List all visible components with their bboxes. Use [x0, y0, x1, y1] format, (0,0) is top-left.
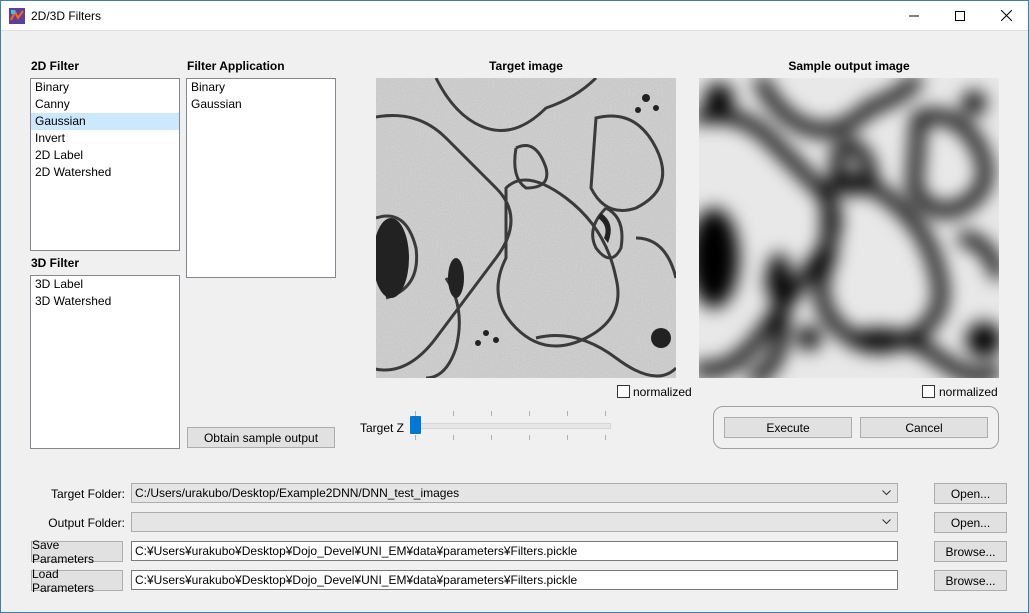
target-normalized-checkbox[interactable]	[617, 385, 630, 398]
slider-track[interactable]	[413, 423, 611, 429]
output-folder-combo[interactable]	[131, 512, 898, 532]
slider-tick	[491, 435, 492, 440]
slider-tick	[529, 435, 530, 440]
filter-application-label: Filter Application	[187, 59, 285, 73]
slider-thumb[interactable]	[410, 416, 421, 434]
slider-tick	[453, 435, 454, 440]
target-folder-label: Target Folder:	[50, 487, 125, 501]
list-item-app-gaussian[interactable]: Gaussian	[187, 96, 335, 113]
filter-2d-list[interactable]: Binary Canny Gaussian Invert 2D Label 2D…	[30, 78, 180, 251]
target-folder-combo[interactable]: C:/Users/urakubo/Desktop/Example2DNN/DNN…	[131, 483, 898, 503]
execute-button[interactable]: Execute	[724, 417, 852, 438]
output-folder-open-button[interactable]: Open...	[934, 512, 1007, 533]
minimize-button[interactable]	[891, 0, 937, 31]
filter-application-list[interactable]: Binary Gaussian	[186, 78, 336, 278]
maximize-icon	[955, 10, 965, 21]
slider-tick	[605, 435, 606, 440]
filter-2d-label: 2D Filter	[31, 59, 80, 73]
list-item-gaussian[interactable]: Gaussian	[31, 113, 179, 130]
chevron-down-icon	[882, 490, 891, 496]
target-z-label: Target Z	[360, 421, 405, 435]
app-filter-icon	[9, 8, 25, 24]
list-item-2d-label[interactable]: 2D Label	[31, 147, 179, 164]
target-image-title: Target image	[489, 59, 563, 73]
target-normalized-label: normalized	[633, 385, 692, 399]
slider-tick	[605, 411, 606, 416]
output-folder-label: Output Folder:	[48, 516, 125, 530]
obtain-sample-output-button[interactable]: Obtain sample output	[187, 427, 335, 448]
list-item-3d-label[interactable]: 3D Label	[31, 276, 179, 293]
list-item-binary[interactable]: Binary	[31, 79, 179, 96]
slider-tick	[567, 435, 568, 440]
slider-tick	[567, 411, 568, 416]
list-item-canny[interactable]: Canny	[31, 96, 179, 113]
load-parameters-button[interactable]: Load Parameters	[31, 567, 123, 595]
filter-3d-label: 3D Filter	[31, 256, 80, 270]
load-parameters-browse-button[interactable]: Browse...	[934, 570, 1007, 591]
title-bar: 2D/3D Filters	[0, 0, 1029, 31]
target-folder-open-button[interactable]: Open...	[934, 483, 1007, 504]
slider-tick	[415, 435, 416, 440]
maximize-button[interactable]	[937, 0, 983, 31]
close-button[interactable]	[983, 0, 1029, 31]
slider-tick	[491, 411, 492, 416]
save-parameters-field[interactable]: C:¥Users¥urakubo¥Desktop¥Dojo_Devel¥UNI_…	[131, 541, 898, 561]
sample-image-title: Sample output image	[788, 59, 910, 73]
sample-output-image	[699, 78, 999, 378]
close-icon	[1000, 10, 1012, 21]
list-item-3d-watershed[interactable]: 3D Watershed	[31, 293, 179, 310]
minimize-icon	[909, 15, 919, 16]
chevron-down-icon	[882, 519, 891, 525]
list-item-app-binary[interactable]: Binary	[187, 79, 335, 96]
load-parameters-field[interactable]: C:¥Users¥urakubo¥Desktop¥Dojo_Devel¥UNI_…	[131, 570, 898, 590]
save-parameters-button[interactable]: Save Parameters	[31, 538, 123, 566]
list-item-invert[interactable]: Invert	[31, 130, 179, 147]
slider-tick	[529, 411, 530, 416]
list-item-2d-watershed[interactable]: 2D Watershed	[31, 164, 179, 181]
filter-3d-list[interactable]: 3D Label 3D Watershed	[30, 275, 180, 449]
target-image	[376, 78, 676, 378]
sample-normalized-checkbox[interactable]	[922, 385, 935, 398]
cancel-button[interactable]: Cancel	[860, 417, 988, 438]
slider-tick	[453, 411, 454, 416]
save-parameters-browse-button[interactable]: Browse...	[934, 541, 1007, 562]
target-folder-value: C:/Users/urakubo/Desktop/Example2DNN/DNN…	[135, 486, 460, 500]
sample-normalized-label: normalized	[939, 385, 998, 399]
target-z-slider[interactable]	[409, 407, 611, 441]
window-title: 2D/3D Filters	[31, 9, 102, 23]
